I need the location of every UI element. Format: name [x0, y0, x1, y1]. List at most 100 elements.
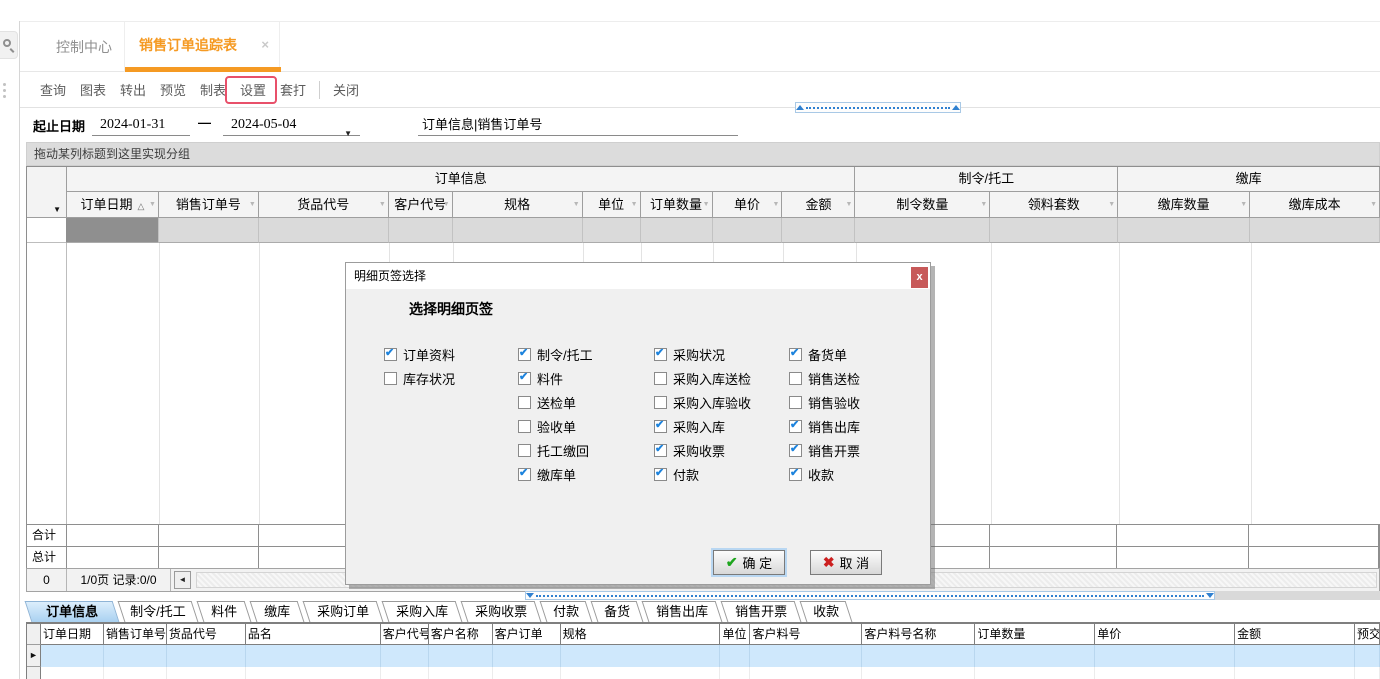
detail-column-header-customer-part-name[interactable]: 客户料号名称 — [862, 624, 975, 645]
detail-column-header-item-name[interactable]: 品名 — [246, 624, 381, 645]
filter-dropdown-icon[interactable]: ▼ — [149, 192, 156, 217]
checkbox-checked[interactable]: ✔ — [654, 468, 667, 481]
detail-column-header-due-date[interactable]: 预交日 — [1355, 624, 1380, 645]
toolbar-item-query[interactable]: 查询 — [33, 80, 73, 99]
detail-tab-purchase-order[interactable]: 采购订单 — [303, 601, 384, 622]
checkbox-item-stock-prep-note[interactable]: ✔备货单 — [789, 346, 847, 362]
grid-cell[interactable] — [641, 218, 713, 243]
detail-grid-cell[interactable] — [1235, 645, 1355, 667]
detail-column-header-customer-name[interactable]: 客户名称 — [429, 624, 493, 645]
checkbox-unchecked[interactable] — [518, 396, 531, 409]
grid-cell[interactable] — [855, 218, 990, 243]
checkbox-item-outwork-return[interactable]: 托工缴回 — [518, 442, 589, 458]
toolbar-item-preview[interactable]: 预览 — [153, 80, 193, 99]
toolbar-item-export[interactable]: 转出 — [113, 80, 153, 99]
checkbox-item-sales-accept[interactable]: 销售验收 — [789, 394, 860, 410]
detail-column-header-order-qty[interactable]: 订单数量 — [975, 624, 1095, 645]
grid-cell[interactable] — [389, 218, 453, 243]
detail-tab-order-info[interactable]: 订单信息 — [25, 601, 120, 622]
detail-tab-make-outwork[interactable]: 制令/托工 — [118, 601, 199, 622]
menu-dots-icon[interactable] — [3, 83, 7, 99]
dialog-titlebar[interactable]: 明细页签选择 x — [346, 263, 930, 289]
tab-close-icon[interactable]: × — [261, 36, 269, 54]
checkbox-unchecked[interactable] — [384, 372, 397, 385]
checkbox-item-make-outwork[interactable]: ✔制令/托工 — [518, 346, 593, 362]
checkbox-item-purchase-status[interactable]: ✔采购状况 — [654, 346, 725, 362]
filter-dropdown-icon[interactable]: ▼ — [249, 192, 256, 217]
column-header-order-date[interactable]: 订单日期△▼ — [67, 192, 159, 218]
detail-column-header-sales-order-no[interactable]: 销售订单号 — [104, 624, 167, 645]
detail-grid-cell[interactable] — [1095, 645, 1235, 667]
date-to-input[interactable]: 2024-05-04 ▼ — [223, 112, 360, 136]
detail-column-header-amount[interactable]: 金额 — [1235, 624, 1355, 645]
detail-column-header-customer-code[interactable]: 客户代号 — [381, 624, 429, 645]
detail-tab-sales-invoice[interactable]: 销售开票 — [721, 601, 802, 622]
checkbox-checked[interactable]: ✔ — [518, 348, 531, 361]
checkbox-checked[interactable]: ✔ — [384, 348, 397, 361]
checkbox-checked[interactable]: ✔ — [789, 420, 802, 433]
checkbox-unchecked[interactable] — [518, 444, 531, 457]
filter-dropdown-icon[interactable]: ▼ — [443, 192, 450, 217]
detail-tab-payment[interactable]: 付款 — [540, 601, 593, 622]
column-header-order-qty[interactable]: 订单数量▼ — [641, 192, 713, 218]
detail-grid-cell[interactable] — [720, 645, 750, 667]
toolbar-item-overprint[interactable]: 套打 — [273, 80, 313, 99]
grid-cell[interactable] — [453, 218, 583, 243]
selected-cell[interactable] — [67, 218, 159, 243]
detail-grid-cell[interactable] — [750, 645, 862, 667]
group-by-bar[interactable]: 拖动某列标题到这里实现分组 — [26, 142, 1380, 166]
grid-menu-dropdown-icon[interactable]: ▼ — [53, 205, 61, 214]
detail-grid-cell[interactable] — [246, 645, 381, 667]
column-header-unit-price[interactable]: 单价▼ — [713, 192, 783, 218]
detail-grid-cell[interactable] — [862, 645, 975, 667]
detail-tab-purchase-in[interactable]: 采购入库 — [382, 601, 463, 622]
column-header-unit[interactable]: 单位▼ — [583, 192, 641, 218]
column-header-amount[interactable]: 金额▼ — [782, 192, 855, 218]
column-header-item-code[interactable]: 货品代号▼ — [259, 192, 389, 218]
search-button[interactable] — [0, 31, 18, 59]
grid-cell[interactable] — [159, 218, 259, 243]
checkbox-item-sales-send-inspect[interactable]: 销售送检 — [789, 370, 860, 386]
checkbox-checked[interactable]: ✔ — [654, 348, 667, 361]
date-from-input[interactable]: 2024-01-31 — [92, 112, 190, 136]
checkbox-item-inspection-send[interactable]: 送检单 — [518, 394, 576, 410]
checkbox-item-order-data[interactable]: ✔订单资料 — [384, 346, 455, 362]
column-header-material-sets[interactable]: 领料套数▼ — [990, 192, 1118, 218]
grid-cell[interactable] — [713, 218, 783, 243]
filter-dropdown-icon[interactable]: ▼ — [980, 192, 987, 217]
filter-dropdown-icon[interactable]: ▼ — [773, 192, 780, 217]
detail-grid-cell[interactable] — [561, 645, 721, 667]
filter-dropdown-icon[interactable]: ▼ — [703, 192, 710, 217]
detail-tab-receipt[interactable]: 收款 — [800, 601, 853, 622]
checkbox-checked[interactable]: ✔ — [789, 444, 802, 457]
checkbox-item-inspection-accept[interactable]: 验收单 — [518, 418, 576, 434]
checkbox-item-inventory-status[interactable]: 库存状况 — [384, 370, 455, 386]
detail-grid-cell[interactable] — [104, 645, 167, 667]
column-header-sales-order-no[interactable]: 销售订单号▼ — [159, 192, 259, 218]
grid-cell[interactable] — [1118, 218, 1250, 243]
column-header-spec[interactable]: 规格▼ — [453, 192, 583, 218]
checkbox-checked[interactable]: ✔ — [654, 444, 667, 457]
checkbox-item-purchase-in-send-inspect[interactable]: 采购入库送检 — [654, 370, 751, 386]
dialog-close-icon[interactable]: x — [911, 267, 928, 288]
detail-grid-cell[interactable] — [167, 645, 246, 667]
detail-grid-cell[interactable] — [41, 645, 104, 667]
grid-cell[interactable] — [259, 218, 389, 243]
detail-tab-sales-out[interactable]: 销售出库 — [642, 601, 723, 622]
detail-tab-purchase-invoice[interactable]: 采购收票 — [461, 601, 542, 622]
checkbox-checked[interactable]: ✔ — [518, 372, 531, 385]
filter-dropdown-icon[interactable]: ▼ — [1370, 192, 1377, 217]
scroll-left-button[interactable]: ◄ — [174, 571, 191, 589]
column-header-warehouse-cost[interactable]: 缴库成本▼ — [1250, 192, 1380, 218]
grid-cell[interactable] — [990, 218, 1118, 243]
filter-dropdown-icon[interactable]: ▼ — [845, 192, 852, 217]
checkbox-item-sales-out[interactable]: ✔销售出库 — [789, 418, 860, 434]
filter-dropdown-icon[interactable]: ▼ — [631, 192, 638, 217]
grid-cell[interactable] — [583, 218, 641, 243]
filter-dropdown-icon[interactable]: ▼ — [1240, 192, 1247, 217]
checkbox-unchecked[interactable] — [789, 372, 802, 385]
detail-grid-cell[interactable] — [429, 645, 493, 667]
checkbox-unchecked[interactable] — [654, 372, 667, 385]
detail-column-header-customer-part-no[interactable]: 客户料号 — [750, 624, 862, 645]
toolbar-item-chart[interactable]: 图表 — [73, 80, 113, 99]
